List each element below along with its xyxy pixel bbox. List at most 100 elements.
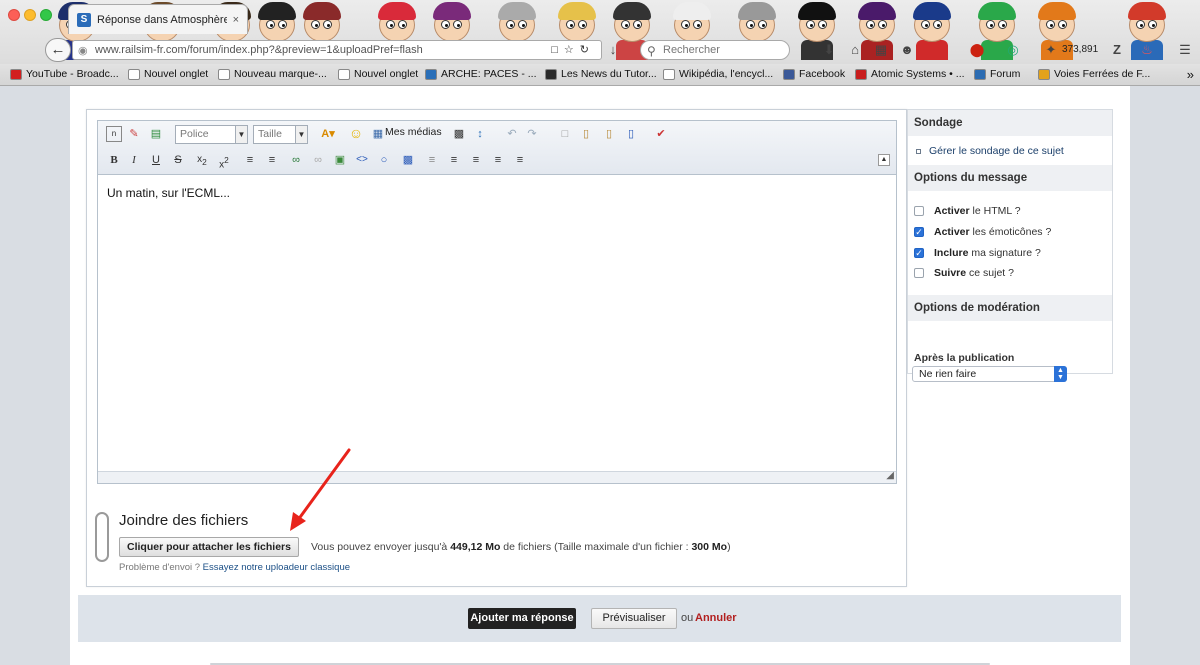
- cancel-link[interactable]: Annuler: [695, 612, 737, 624]
- numbered-list-icon[interactable]: ≡: [264, 152, 280, 168]
- site-info-icon[interactable]: ◉: [78, 44, 88, 57]
- message-option[interactable]: ✓ Inclure ma signature ?: [914, 247, 1041, 259]
- strikethrough-icon[interactable]: S: [170, 152, 186, 168]
- reader-icon[interactable]: □: [551, 44, 564, 56]
- size-select[interactable]: Taille ▼: [253, 125, 308, 144]
- quota-suffix: ): [727, 541, 731, 553]
- table-icon[interactable]: ▩: [451, 126, 467, 142]
- flame-extension-icon[interactable]: ♨: [1138, 41, 1156, 59]
- option-checkbox[interactable]: [914, 268, 924, 278]
- bookmark-item[interactable]: Wikipédia, l'encycl...: [663, 68, 773, 80]
- option-checkbox[interactable]: [914, 206, 924, 216]
- align-left-icon[interactable]: ≡: [468, 152, 484, 168]
- search-icon: ⚲: [647, 44, 656, 58]
- bookmark-item[interactable]: Voies Ferrées de F...: [1038, 68, 1150, 80]
- counter-extension-icon[interactable]: ✦: [1042, 41, 1060, 59]
- font-select[interactable]: Police ▼: [175, 125, 248, 144]
- spoiler-icon[interactable]: ▩: [400, 152, 416, 168]
- quote-icon[interactable]: ○: [376, 152, 392, 168]
- globe-icon[interactable]: ◎: [1004, 41, 1022, 59]
- bookmark-item[interactable]: ARCHE: PACES - ...: [425, 68, 537, 80]
- option-label: Inclure ma signature ?: [934, 247, 1041, 259]
- indent-icon[interactable]: ≡: [424, 152, 440, 168]
- italic-icon[interactable]: I: [126, 152, 142, 168]
- image-icon[interactable]: ▣: [332, 152, 348, 168]
- browser-tab[interactable]: S Réponse dans Atmosphère... ×: [68, 4, 248, 34]
- collapse-toolbar-icon[interactable]: ▲: [878, 154, 890, 166]
- outdent-icon[interactable]: ≡: [446, 152, 462, 168]
- upload-problem-note: Problème d'envoi ? Essayez notre uploade…: [119, 562, 350, 573]
- redo-icon[interactable]: ↷: [524, 126, 540, 142]
- classic-uploader-link[interactable]: Essayez notre uploadeur classique: [203, 562, 350, 573]
- bookmark-favicon-icon: [218, 68, 230, 80]
- url-bar[interactable]: ◉ www.railsim-fr.com/forum/index.php?&pr…: [72, 40, 602, 60]
- adblock-icon[interactable]: ⬤: [968, 41, 986, 59]
- extension-icon[interactable]: ▦: [872, 41, 890, 59]
- media-icon[interactable]: ▦: [370, 126, 386, 142]
- copy-icon[interactable]: □: [557, 126, 573, 142]
- search-input[interactable]: ⚲ Rechercher: [640, 40, 790, 60]
- reload-icon[interactable]: ↻: [580, 44, 595, 56]
- underline-icon[interactable]: U: [148, 152, 164, 168]
- bookmark-item[interactable]: Facebook: [783, 68, 845, 80]
- message-textarea[interactable]: Un matin, sur l'ECML...: [99, 176, 895, 472]
- code-icon[interactable]: <>: [354, 152, 370, 168]
- paste-text-icon[interactable]: ▯: [601, 126, 617, 142]
- bullet-list-icon[interactable]: ≡: [242, 152, 258, 168]
- subscript-icon[interactable]: x2: [194, 152, 210, 168]
- maximize-window-button[interactable]: [40, 9, 52, 21]
- manage-poll-link[interactable]: Gérer le sondage de ce sujet: [916, 145, 1064, 157]
- undo-icon[interactable]: ↶: [504, 126, 520, 142]
- preview-button[interactable]: Prévisualiser: [591, 608, 677, 629]
- attach-files-button[interactable]: Cliquer pour attacher les fichiers: [119, 537, 299, 557]
- unlink-icon[interactable]: ∞: [310, 152, 326, 168]
- bookmark-label: Les News du Tutor...: [561, 68, 657, 80]
- minimize-window-button[interactable]: [24, 9, 36, 21]
- back-button[interactable]: ←: [45, 38, 71, 62]
- submit-reply-button[interactable]: Ajouter ma réponse: [468, 608, 576, 629]
- tab-close-icon[interactable]: ×: [233, 14, 239, 26]
- text-color-icon[interactable]: A▾: [320, 126, 336, 142]
- close-window-button[interactable]: [8, 9, 20, 21]
- zotero-icon[interactable]: Z: [1108, 41, 1126, 59]
- eraser-icon[interactable]: ✎: [126, 126, 142, 142]
- message-option[interactable]: Activer le HTML ?: [914, 205, 1021, 217]
- bookmark-item[interactable]: Nouvel onglet: [128, 68, 208, 80]
- bookmark-item[interactable]: Les News du Tutor...: [545, 68, 657, 80]
- emoticon-icon[interactable]: ☺: [348, 125, 364, 141]
- message-option[interactable]: Suivre ce sujet ?: [914, 267, 1014, 279]
- bookmark-star-icon[interactable]: ☆: [564, 44, 580, 56]
- persona-character: [910, 0, 954, 60]
- source-icon[interactable]: n: [106, 126, 122, 142]
- bookmark-item[interactable]: Nouveau marque-...: [218, 68, 327, 80]
- option-label-verb: Suivre: [934, 267, 967, 279]
- home-icon[interactable]: ⌂: [846, 41, 864, 59]
- menu-icon[interactable]: ☰: [1176, 41, 1194, 59]
- bookmark-item[interactable]: Atomic Systems • ...: [855, 68, 965, 80]
- bold-icon[interactable]: B: [106, 152, 122, 168]
- superscript-icon[interactable]: x2: [216, 152, 232, 170]
- pocket-icon[interactable]: ↓: [604, 41, 622, 59]
- option-checkbox[interactable]: ✓: [914, 227, 924, 237]
- spellcheck-icon[interactable]: ✔: [653, 126, 669, 142]
- special-char-icon[interactable]: ↕: [472, 126, 488, 142]
- toggle-view-icon[interactable]: ▤: [148, 126, 164, 142]
- paste-icon[interactable]: ▯: [578, 126, 594, 142]
- paste-word-icon[interactable]: ▯: [623, 126, 639, 142]
- after-publish-select[interactable]: Ne rien faire ▲ ▼: [912, 366, 1067, 382]
- resize-handle-icon[interactable]: ◢: [886, 470, 894, 481]
- smiley-extension-icon[interactable]: ☻: [898, 41, 916, 59]
- option-checkbox[interactable]: ✓: [914, 248, 924, 258]
- bookmarks-overflow-icon[interactable]: »: [1187, 67, 1194, 82]
- my-media-button[interactable]: Mes médias: [385, 126, 442, 138]
- message-option[interactable]: ✓ Activer les émoticônes ?: [914, 226, 1051, 238]
- bookmark-item[interactable]: Forum: [974, 68, 1020, 80]
- bookmark-item[interactable]: Nouvel onglet: [338, 68, 418, 80]
- bookmark-item[interactable]: YouTube - Broadc...: [10, 68, 119, 80]
- downloads-icon[interactable]: ⬇: [820, 41, 838, 59]
- counter-value: 373,891: [1062, 44, 1099, 55]
- url-actions[interactable]: □☆↻: [551, 43, 595, 56]
- align-center-icon[interactable]: ≡: [490, 152, 506, 168]
- align-right-icon[interactable]: ≡: [512, 152, 528, 168]
- link-icon[interactable]: ∞: [288, 152, 304, 168]
